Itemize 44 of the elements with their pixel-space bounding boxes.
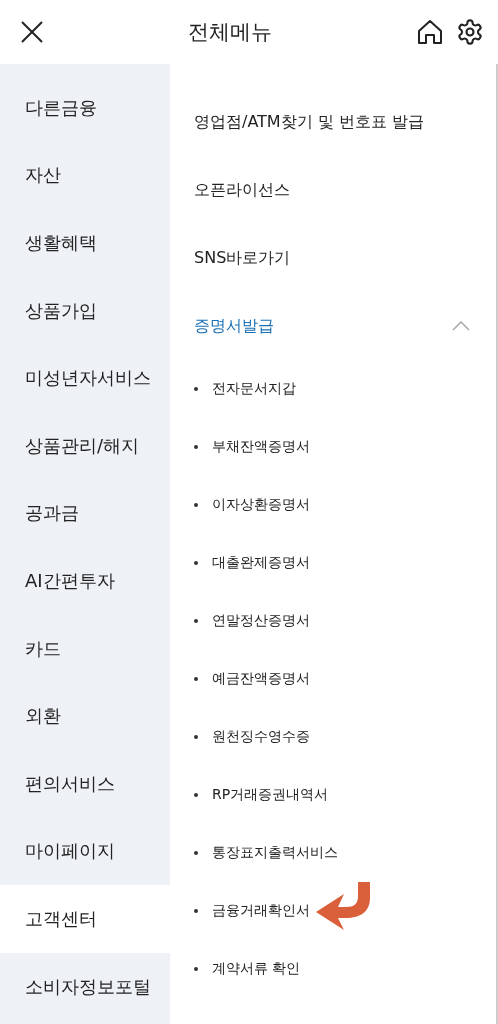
bullet-icon bbox=[194, 387, 198, 391]
sidebar-item[interactable]: 상품관리/해지 bbox=[0, 411, 170, 480]
bullet-icon bbox=[194, 503, 198, 507]
close-button[interactable] bbox=[20, 20, 44, 44]
submenu-item[interactable]: 예금잔액증명서 bbox=[212, 670, 310, 688]
bullet-icon bbox=[194, 793, 198, 797]
sidebar-item[interactable]: 카드 bbox=[0, 614, 170, 683]
bullet-icon bbox=[194, 677, 198, 681]
submenu-item[interactable]: 통장표지출력서비스 bbox=[212, 844, 338, 862]
bullet-icon bbox=[194, 561, 198, 565]
sidebar-item[interactable]: 편의서비스 bbox=[0, 749, 170, 818]
bullet-icon bbox=[194, 735, 198, 739]
submenu-item[interactable]: 계약서류 확인 bbox=[212, 960, 301, 978]
sidebar-item[interactable]: 생활혜택 bbox=[0, 209, 170, 277]
sidebar-item[interactable]: 고객센터 bbox=[0, 885, 170, 953]
sidebar-item[interactable]: 미성년자서비스 bbox=[0, 344, 170, 412]
submenu-item[interactable]: 대출완제증명서 bbox=[212, 554, 310, 572]
sidebar-item[interactable]: AI간편투자 bbox=[0, 547, 170, 615]
bullet-icon bbox=[194, 909, 198, 913]
menu-item[interactable]: SNS바로가기 bbox=[194, 247, 291, 269]
submenu-item[interactable]: RP거래증권내역서 bbox=[212, 786, 329, 804]
submenu-item[interactable]: 원천징수영수증 bbox=[212, 728, 310, 746]
bullet-icon bbox=[194, 967, 198, 971]
sidebar-item[interactable]: 마이페이지 bbox=[0, 817, 170, 886]
bullet-icon bbox=[194, 619, 198, 623]
bullet-icon bbox=[194, 851, 198, 855]
sidebar-item[interactable]: 다른금융 bbox=[0, 74, 170, 142]
sidebar-item[interactable]: 상품가입 bbox=[0, 276, 170, 345]
sidebar-item[interactable]: 외환 bbox=[0, 682, 170, 750]
submenu-item[interactable]: 연말정산증명서 bbox=[212, 612, 310, 630]
home-button[interactable] bbox=[416, 18, 444, 46]
menu-item[interactable]: 오픈라이선스 bbox=[194, 179, 290, 201]
settings-button[interactable] bbox=[456, 18, 484, 46]
sidebar-item[interactable]: 공과금 bbox=[0, 479, 170, 548]
sidebar-item[interactable]: 소비자정보포털 bbox=[0, 952, 170, 1021]
submenu-item[interactable]: 전자문서지갑 bbox=[212, 380, 296, 398]
menu-item[interactable]: 영업점/ATM찾기 및 번호표 발급 bbox=[194, 111, 424, 133]
submenu-item[interactable]: 이자상환증명서 bbox=[212, 496, 310, 514]
submenu-item[interactable]: 부채잔액증명서 bbox=[212, 438, 310, 456]
bullet-icon bbox=[194, 445, 198, 449]
menu-item[interactable]: 증명서발급 bbox=[194, 315, 274, 337]
submenu-item[interactable]: 금융거래확인서 bbox=[212, 902, 310, 920]
page-title: 전체메뉴 bbox=[188, 19, 272, 46]
sidebar-item[interactable]: 자산 bbox=[0, 141, 170, 210]
